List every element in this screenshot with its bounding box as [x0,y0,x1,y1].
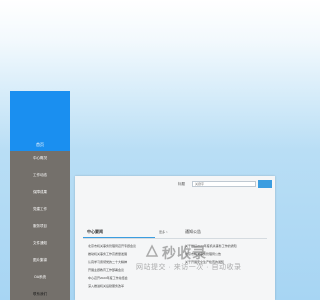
more-link[interactable]: 更多 > [159,230,168,234]
search-label: 标题 [178,182,185,186]
sidebar-item-home[interactable]: 首页 [10,139,70,151]
news-item[interactable]: 深入推进机关后勤服务改革 [88,282,168,290]
sidebar-item-overview[interactable]: 中心概况 [10,153,70,163]
tab-divider [83,238,267,239]
watermark-slogan: 网站提交 · 来访一次 · 自动收录 [136,264,242,271]
watermark-logo-icon [145,244,159,257]
sidebar-menu: 中心概况 工作动态 保障成果 党建工作 服务项目 文件通知 图片集锦 OA系统 … [10,151,70,300]
tab-center-news[interactable]: 中心要闻 [87,229,103,235]
watermark-title: 秒收录 [162,245,207,261]
sidebar-item-oa[interactable]: OA系统 [10,272,70,282]
news-item[interactable]: 中心召开2023年度工作总结会 [88,274,168,282]
sidebar-item-gallery[interactable]: 图片集锦 [10,255,70,265]
search-input[interactable] [192,181,256,187]
search-button[interactable] [258,180,272,188]
sidebar-item-services[interactable]: 服务项目 [10,221,70,231]
tab-notices[interactable]: 通知公告 [185,229,201,235]
sidebar-item-contact[interactable]: 联系我们 [10,289,70,299]
content-panel: 标题 中心要闻 更多 > 通知公告 北京市机关事务管理局召开专题会议 推动机关事… [75,176,275,300]
sidebar-item-documents[interactable]: 文件通知 [10,238,70,248]
sidebar-item-news[interactable]: 工作动态 [10,170,70,180]
sidebar: 首页 中心概况 工作动态 保障成果 党建工作 服务项目 文件通知 图片集锦 OA… [10,91,70,300]
sidebar-item-results[interactable]: 保障成果 [10,187,70,197]
sidebar-item-party[interactable]: 党建工作 [10,204,70,214]
